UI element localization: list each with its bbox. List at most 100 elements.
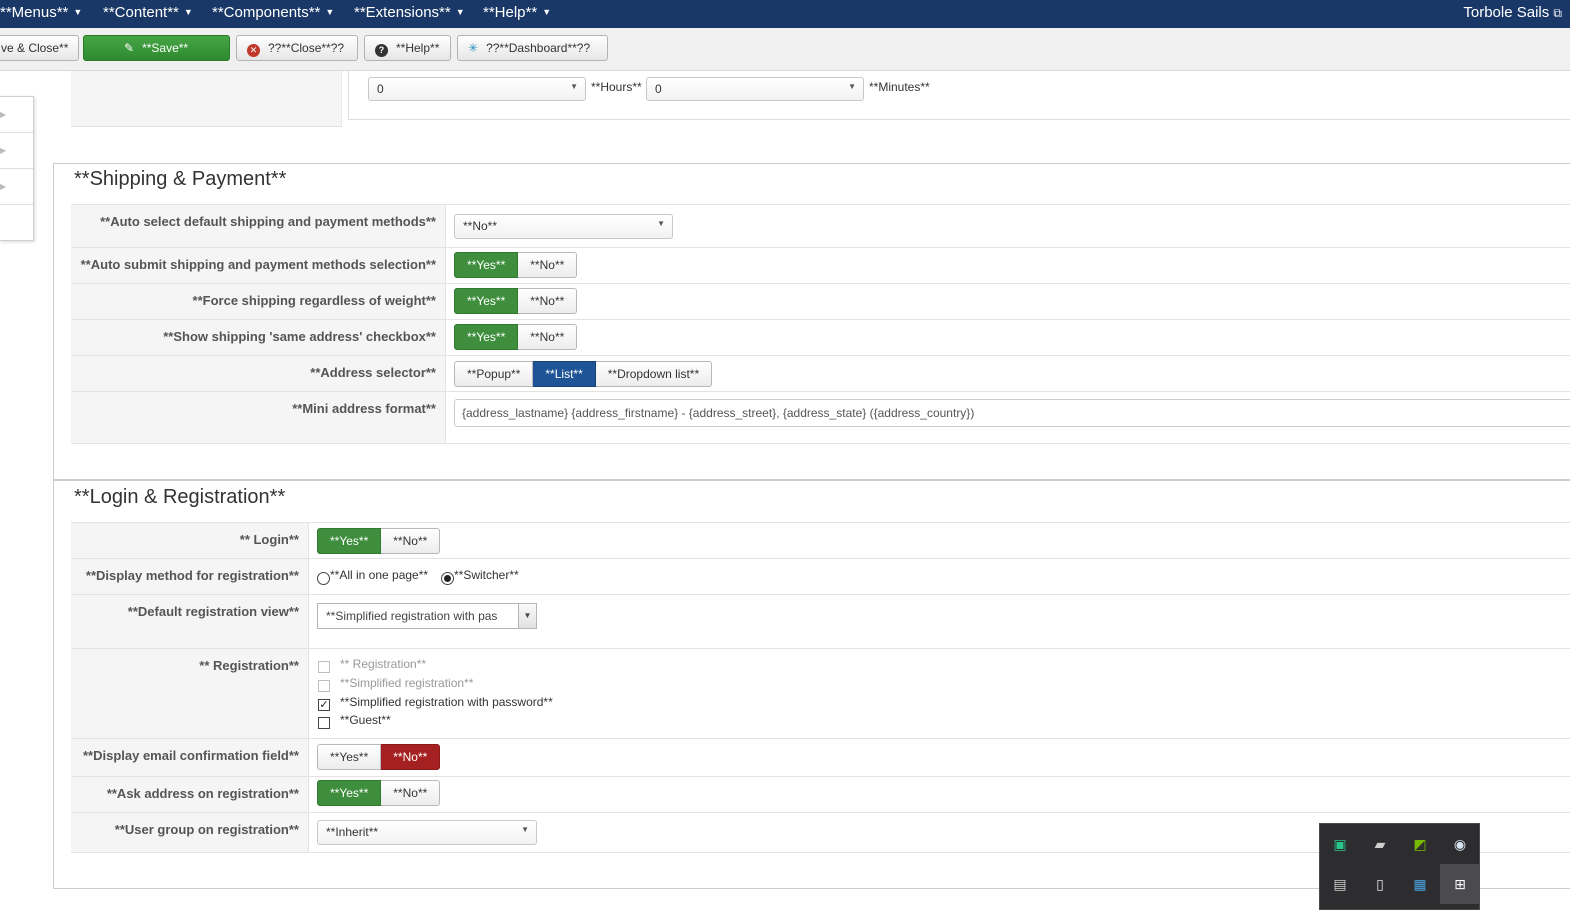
site-link[interactable]: Torbole Sails ⧉ <box>1463 4 1562 21</box>
caret-down-icon: ▼ <box>455 7 465 17</box>
usb-drive-icon[interactable]: ▯ <box>1360 864 1400 904</box>
save-close-button[interactable]: ve & Close** <box>0 35 80 61</box>
field-label-cell: **User group on registration** <box>71 813 309 852</box>
auto-select-dropdown[interactable]: **No** ▼ <box>454 214 673 239</box>
default-view-label: **Default registration view** <box>127 604 299 619</box>
default-view-select[interactable]: **Simplified registration with pas ▼ <box>317 603 537 629</box>
simplified-registration-label: **Simplified registration** <box>340 676 474 690</box>
no-button[interactable]: **No** <box>518 288 578 314</box>
steam-icon[interactable]: ◉ <box>1440 824 1480 864</box>
auto-submit-label: **Auto submit shipping and payment metho… <box>80 257 436 272</box>
user-group-select[interactable]: **Inherit** ▼ <box>317 820 537 845</box>
login-toggle: **Yes** **No** <box>317 528 441 554</box>
side-tab[interactable]: ▶ <box>0 97 33 133</box>
close-icon: ✕ <box>247 44 260 57</box>
same-address-row: **Show shipping 'same address' checkbox*… <box>71 319 1570 355</box>
menu-menus[interactable]: **Menus** ▼ <box>0 4 82 21</box>
field-label-cell: **Default registration view** <box>71 595 309 648</box>
schedule-label-cell <box>71 71 342 127</box>
save-button[interactable]: ✎ **Save** <box>83 35 230 61</box>
display-method-row: **Display method for registration** <box>71 558 1570 594</box>
field-label-cell: **Auto select default shipping and payme… <box>71 205 446 247</box>
hours-value: 0 <box>377 82 384 96</box>
switcher-radio[interactable] <box>441 572 454 585</box>
display-method-label: **Display method for registration** <box>85 568 299 583</box>
removable-drive-icon[interactable]: ▰ <box>1360 824 1400 864</box>
field-label-cell: **Address selector** <box>71 356 446 391</box>
simplified-password-label: **Simplified registration with password*… <box>340 695 553 709</box>
user-group-label: **User group on registration** <box>114 822 299 837</box>
hours-select[interactable]: 0 ▼ <box>368 77 586 101</box>
nvidia-icon[interactable]: ◩ <box>1400 824 1440 864</box>
close-button[interactable]: ✕ ??**Close**?? <box>236 35 358 61</box>
system-tray-overflow: ▣ ▰ ◩ ◉ ▤ ▯ ▦ ⊞ <box>1319 823 1480 910</box>
field-label-cell: ** Login** <box>71 523 309 558</box>
yes-button[interactable]: **Yes** <box>454 324 519 350</box>
arrow-right-icon: ▶ <box>0 146 7 155</box>
field-label-cell: **Display email confirmation field** <box>71 739 309 776</box>
no-button[interactable]: **No** <box>518 252 578 278</box>
simplified-password-checkbox[interactable]: ✓ <box>318 699 330 711</box>
address-selector-toggle: **Popup** **List** **Dropdown list** <box>454 361 713 387</box>
external-link-icon: ⧉ <box>1553 6 1562 20</box>
field-label-cell: ** Registration** <box>71 649 309 738</box>
side-tab[interactable]: ▶ <box>0 133 33 169</box>
minutes-select[interactable]: 0 ▼ <box>646 77 864 101</box>
dashboard-label: ??**Dashboard**?? <box>486 41 591 55</box>
auto-submit-row: **Auto submit shipping and payment metho… <box>71 247 1570 283</box>
email-confirm-toggle: **Yes** **No** <box>317 744 441 770</box>
auto-submit-toggle: **Yes** **No** <box>454 252 578 278</box>
guest-checkbox[interactable] <box>318 717 330 729</box>
caret-down-icon: ▼ <box>848 82 856 91</box>
mini-address-input[interactable]: {address_lastname} {address_firstname} -… <box>454 399 1570 427</box>
help-button[interactable]: ? **Help** <box>364 35 451 61</box>
all-in-one-radio[interactable] <box>317 572 330 585</box>
menu-label: **Menus** <box>0 4 69 21</box>
menu-content[interactable]: **Content** ▼ <box>103 4 193 21</box>
yes-button[interactable]: **Yes** <box>454 252 519 278</box>
question-icon: ? <box>375 44 388 57</box>
registration-option-label: ** Registration** <box>340 657 427 671</box>
plus-icon[interactable]: ⊞ <box>1440 864 1480 904</box>
save-close-label: ve & Close** <box>1 41 69 55</box>
hours-label: **Hours** <box>591 80 642 94</box>
email-confirm-row: **Display email confirmation field** <box>71 738 1570 776</box>
same-address-toggle: **Yes** **No** <box>454 324 578 350</box>
help-label: **Help** <box>396 41 440 55</box>
simplified-registration-checkbox[interactable] <box>318 680 330 692</box>
yes-button[interactable]: **Yes** <box>317 744 382 770</box>
side-tab-list: ▶ ▶ ▶ <box>0 96 34 241</box>
list-option[interactable]: **List** <box>533 361 596 387</box>
popup-option[interactable]: **Popup** <box>454 361 534 387</box>
yes-button[interactable]: **Yes** <box>317 528 382 554</box>
side-tab[interactable]: ▶ <box>0 169 33 205</box>
dashboard-button[interactable]: ✳ ??**Dashboard**?? <box>457 35 608 61</box>
auto-select-label: **Auto select default shipping and payme… <box>100 214 436 229</box>
no-button[interactable]: **No** <box>381 780 441 806</box>
caret-down-icon: ▼ <box>73 7 83 17</box>
display-icon[interactable]: ▦ <box>1400 864 1440 904</box>
menu-label: **Help** <box>483 4 538 21</box>
menu-components[interactable]: **Components** ▼ <box>212 4 334 21</box>
minutes-label: **Minutes** <box>869 80 930 94</box>
dropdown-list-option[interactable]: **Dropdown list** <box>595 361 713 387</box>
no-button[interactable]: **No** <box>381 528 441 554</box>
yes-button[interactable]: **Yes** <box>317 780 382 806</box>
cashback-icon[interactable]: ▣ <box>1320 824 1360 864</box>
registration-checkbox[interactable] <box>318 661 330 673</box>
caret-down-icon: ▼ <box>518 604 536 628</box>
menu-help[interactable]: **Help** ▼ <box>483 4 551 21</box>
force-shipping-toggle: **Yes** **No** <box>454 288 578 314</box>
menu-label: **Content** <box>103 4 179 21</box>
ask-address-row: **Ask address on registration** <box>71 776 1570 812</box>
yes-button[interactable]: **Yes** <box>454 288 519 314</box>
no-button[interactable]: **No** <box>518 324 578 350</box>
menu-extensions[interactable]: **Extensions** ▼ <box>354 4 465 21</box>
no-button[interactable]: **No** <box>381 744 441 770</box>
admin-top-menu: **Menus** ▼ **Content** ▼ **Components** ▼ … <box>0 0 1570 28</box>
caret-down-icon: ▼ <box>542 7 552 17</box>
switcher-label: **Switcher** <box>454 568 519 582</box>
close-label: ??**Close**?? <box>268 41 345 55</box>
login-row: ** Login** <box>71 522 1570 558</box>
keyboard-icon[interactable]: ▤ <box>1320 864 1360 904</box>
